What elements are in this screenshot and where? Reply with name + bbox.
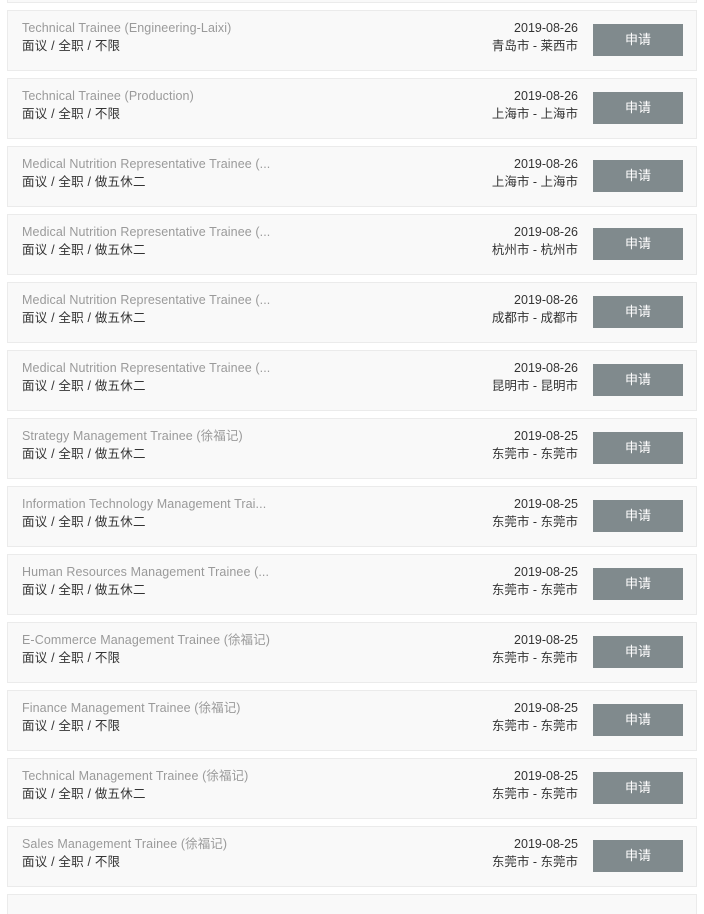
job-side-info: 2019-08-25 东莞市 - 东莞市	[378, 427, 578, 464]
job-location: 东莞市 - 东莞市	[491, 515, 578, 529]
job-post-date: 2019-08-25	[514, 769, 578, 783]
job-location: 上海市 - 上海市	[491, 175, 578, 189]
job-side-info: 2019-08-26 昆明市 - 昆明市	[378, 359, 578, 396]
job-side-info: 2019-08-25 东莞市 - 东莞市	[378, 563, 578, 600]
job-post-date: 2019-08-25	[514, 633, 578, 647]
job-card-partial-bottom	[7, 894, 697, 914]
job-side-info: 2019-08-25 东莞市 - 东莞市	[378, 495, 578, 532]
apply-button[interactable]: 申请	[593, 24, 683, 56]
job-card[interactable]: Medical Nutrition Representative Trainee…	[7, 146, 697, 207]
job-post-date: 2019-08-26	[514, 293, 578, 307]
job-post-date: 2019-08-25	[514, 565, 578, 579]
job-post-date: 2019-08-26	[514, 157, 578, 171]
apply-button[interactable]: 申请	[593, 636, 683, 668]
job-side-info: 2019-08-25 东莞市 - 东莞市	[378, 631, 578, 668]
job-side-info: 2019-08-25 东莞市 - 东莞市	[378, 699, 578, 736]
job-location: 东莞市 - 东莞市	[491, 719, 578, 733]
apply-button[interactable]: 申请	[593, 500, 683, 532]
job-side-info: 2019-08-26 成都市 - 成都市	[378, 291, 578, 328]
job-side-info: 2019-08-25 东莞市 - 东莞市	[378, 835, 578, 872]
job-card[interactable]: Technical Trainee (Production) 面议 / 全职 /…	[7, 78, 697, 139]
job-post-date: 2019-08-25	[514, 837, 578, 851]
job-card[interactable]: Technical Trainee (Engineering-Laixi) 面议…	[7, 10, 697, 71]
job-card-partial-top	[7, 0, 697, 3]
apply-button[interactable]: 申请	[593, 840, 683, 872]
job-card[interactable]: Human Resources Management Trainee (... …	[7, 554, 697, 615]
job-side-info: 2019-08-26 青岛市 - 莱西市	[378, 19, 578, 56]
job-card[interactable]: Sales Management Trainee (徐福记) 面议 / 全职 /…	[7, 826, 697, 887]
job-post-date: 2019-08-25	[514, 701, 578, 715]
job-location: 成都市 - 成都市	[491, 311, 578, 325]
job-card[interactable]: Technical Management Trainee (徐福记) 面议 / …	[7, 758, 697, 819]
job-post-date: 2019-08-26	[514, 89, 578, 103]
job-post-date: 2019-08-25	[514, 497, 578, 511]
job-location: 昆明市 - 昆明市	[491, 379, 578, 393]
job-location: 东莞市 - 东莞市	[491, 651, 578, 665]
job-location: 东莞市 - 东莞市	[491, 855, 578, 869]
job-card[interactable]: E-Commerce Management Trainee (徐福记) 面议 /…	[7, 622, 697, 683]
job-side-info: 2019-08-25 东莞市 - 东莞市	[378, 767, 578, 804]
apply-button[interactable]: 申请	[593, 772, 683, 804]
apply-button[interactable]: 申请	[593, 568, 683, 600]
job-post-date: 2019-08-26	[514, 225, 578, 239]
job-side-info: 2019-08-26 上海市 - 上海市	[378, 155, 578, 192]
job-side-info: 2019-08-26 上海市 - 上海市	[378, 87, 578, 124]
apply-button[interactable]: 申请	[593, 296, 683, 328]
apply-button[interactable]: 申请	[593, 92, 683, 124]
job-card[interactable]: Medical Nutrition Representative Trainee…	[7, 350, 697, 411]
job-listing-list: Technical Trainee (Engineering-Laixi) 面议…	[0, 0, 704, 914]
job-card[interactable]: Strategy Management Trainee (徐福记) 面议 / 全…	[7, 418, 697, 479]
job-location: 东莞市 - 东莞市	[491, 447, 578, 461]
job-card[interactable]: Finance Management Trainee (徐福记) 面议 / 全职…	[7, 690, 697, 751]
job-location: 东莞市 - 东莞市	[491, 787, 578, 801]
job-location: 杭州市 - 杭州市	[491, 243, 578, 257]
job-location: 东莞市 - 东莞市	[491, 583, 578, 597]
apply-button[interactable]: 申请	[593, 160, 683, 192]
apply-button[interactable]: 申请	[593, 228, 683, 260]
job-post-date: 2019-08-26	[514, 361, 578, 375]
job-side-info: 2019-08-26 杭州市 - 杭州市	[378, 223, 578, 260]
job-card[interactable]: Medical Nutrition Representative Trainee…	[7, 214, 697, 275]
apply-button[interactable]: 申请	[593, 432, 683, 464]
apply-button[interactable]: 申请	[593, 704, 683, 736]
job-card[interactable]: Information Technology Management Trai..…	[7, 486, 697, 547]
job-location: 上海市 - 上海市	[491, 107, 578, 121]
job-post-date: 2019-08-26	[514, 21, 578, 35]
job-card[interactable]: Medical Nutrition Representative Trainee…	[7, 282, 697, 343]
job-location: 青岛市 - 莱西市	[491, 39, 578, 53]
job-post-date: 2019-08-25	[514, 429, 578, 443]
apply-button[interactable]: 申请	[593, 364, 683, 396]
